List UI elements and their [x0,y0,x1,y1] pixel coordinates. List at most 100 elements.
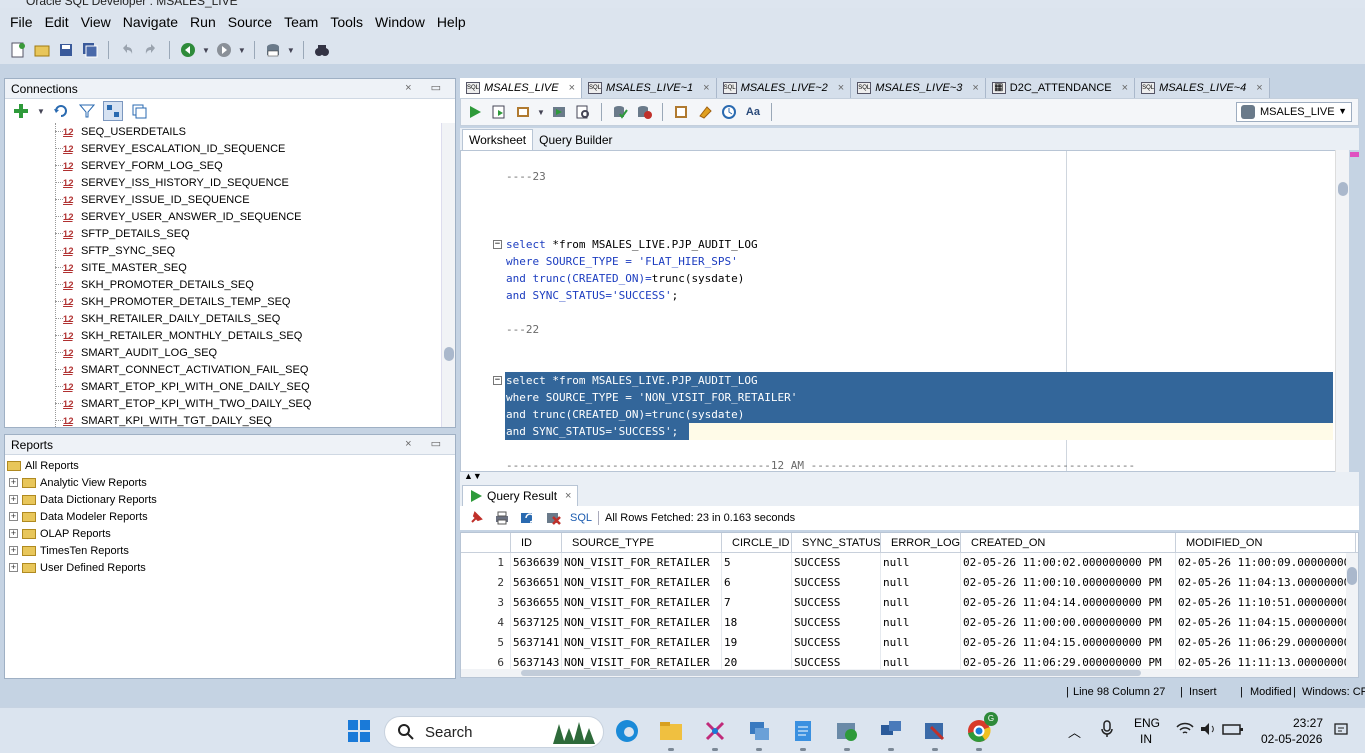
binoculars-icon[interactable] [312,40,332,60]
sql-editor[interactable]: ----23 − select *from MSALES_LIVE.PJP_AU… [460,150,1349,472]
table-cell[interactable]: 02-05-26 11:00:00.000000000 PM [961,613,1176,633]
unshared-worksheet-icon[interactable] [129,101,149,121]
chrome-icon[interactable]: G [966,712,998,744]
notification-icon[interactable] [1334,722,1350,741]
expand-icon[interactable]: + [9,546,18,555]
column-header[interactable]: CIRCLE_ID [722,533,792,553]
format-case-icon[interactable]: Aa [743,102,763,122]
table-cell[interactable]: 02-05-26 11:04:15.000000000 [1176,613,1356,633]
result-grid[interactable]: ID SOURCE_TYPE CIRCLE_ID SYNC_STATUS ERROR_L… [460,532,1359,678]
table-cell[interactable]: 02-05-26 11:10:51.000000000 [1176,593,1356,613]
media-player-icon[interactable] [834,718,860,744]
grid-horizontal-scrollbar[interactable] [461,669,1348,677]
network-app-icon[interactable] [878,718,904,744]
tab-query-result[interactable]: Query Result × [462,485,579,506]
tree-item-sequence[interactable]: 1.2 SERVEY_USER_ANSWER_ID_SEQUENCE [5,208,443,225]
table-row[interactable]: 2 5636651 NON_VISIT_FOR_RETAILER 6 SUCCESS nu… [461,573,1358,593]
tree-item-sequence[interactable]: 1.2 SERVEY_FORM_LOG_SEQ [5,157,443,174]
wifi-icon[interactable] [1176,722,1194,739]
table-cell[interactable]: SUCCESS [792,613,881,633]
menu-edit[interactable]: Edit [39,14,75,30]
tree-item-sequence[interactable]: 1.2 SMART_ETOP_KPI_WITH_TWO_DAILY_SEQ [5,395,443,412]
panel-splitter[interactable]: ▲▼ [460,472,1359,482]
autotrace-icon[interactable] [513,102,533,122]
add-connection-icon[interactable] [11,101,31,121]
file-explorer-icon[interactable] [658,718,684,744]
cancel-query-icon[interactable] [544,508,564,528]
taskbar-search[interactable]: Search [384,716,604,748]
sql-history-icon[interactable] [719,102,739,122]
table-cell[interactable]: 02-05-26 11:04:13.000000000 [1176,573,1356,593]
table-cell[interactable]: SUCCESS [792,553,881,573]
table-cell[interactable]: 5637125 [511,613,562,633]
undo-icon[interactable] [117,40,137,60]
column-header[interactable]: SYNC_STATUS [792,533,881,553]
table-cell[interactable]: SUCCESS [792,633,881,653]
column-header[interactable]: CREATED_ON [961,533,1176,553]
connections-scrollbar[interactable] [441,123,455,427]
table-cell[interactable]: SUCCESS [792,593,881,613]
table-cell[interactable]: 6 [722,573,792,593]
editor-tab[interactable]: SQL MSALES_LIVE~1 × [582,78,717,98]
expand-icon[interactable]: + [9,529,18,538]
menu-view[interactable]: View [75,14,117,30]
table-cell[interactable]: null [881,573,961,593]
table-cell[interactable]: null [881,593,961,613]
grid-vertical-scrollbar[interactable] [1346,553,1358,677]
menu-team[interactable]: Team [278,14,324,30]
unshared-sql-icon[interactable] [671,102,691,122]
run-script-icon[interactable] [489,102,509,122]
tree-item-sequence[interactable]: 1.2 SKH_PROMOTER_DETAILS_SEQ [5,276,443,293]
table-cell[interactable]: 5636651 [511,573,562,593]
menu-navigate[interactable]: Navigate [117,14,184,30]
menu-file[interactable]: File [4,14,39,30]
pin-icon[interactable] [466,508,486,528]
clear-eraser-icon[interactable] [695,102,715,122]
tree-item-sequence[interactable]: 1.2 SKH_PROMOTER_DETAILS_TEMP_SEQ [5,293,443,310]
edge-browser-icon[interactable] [614,718,640,744]
tab-worksheet[interactable]: Worksheet [462,129,534,150]
forward-icon[interactable] [214,40,234,60]
table-cell[interactable]: 02-05-26 11:04:14.000000000 PM [961,593,1176,613]
tree-item-sequence[interactable]: 1.2 SMART_CONNECT_ACTIVATION_FAIL_SEQ [5,361,443,378]
battery-icon[interactable] [1222,722,1244,739]
menu-window[interactable]: Window [369,14,431,30]
table-cell[interactable]: 18 [722,613,792,633]
table-cell[interactable]: NON_VISIT_FOR_RETAILER [562,593,722,613]
language-indicator-top[interactable]: ENG [1134,716,1160,730]
filter-icon[interactable] [77,101,97,121]
tree-item-report-folder[interactable]: + Data Modeler Reports [5,508,455,525]
expand-icon[interactable]: + [9,512,18,521]
expand-icon[interactable]: + [9,478,18,487]
column-header[interactable]: SOURCE_TYPE [562,533,722,553]
fold-toggle[interactable]: − [493,240,502,249]
table-cell[interactable]: 5637141 [511,633,562,653]
tree-item-report-folder[interactable]: + Analytic View Reports [5,474,455,491]
menu-run[interactable]: Run [184,14,222,30]
close-icon[interactable]: × [703,82,709,94]
connection-select[interactable]: MSALES_LIVE ▼ [1236,102,1352,122]
tree-item-sequence[interactable]: 1.2 SEQ_USERDETAILS [5,123,443,140]
close-icon[interactable]: × [569,82,575,94]
table-cell[interactable]: 02-05-26 11:00:09.000000000 [1176,553,1356,573]
close-icon[interactable]: × [1122,82,1128,94]
tree-item-sequence[interactable]: 1.2 SKH_RETAILER_MONTHLY_DETAILS_SEQ [5,327,443,344]
tree-item-sequence[interactable]: 1.2 SERVEY_ESCALATION_ID_SEQUENCE [5,140,443,157]
table-cell[interactable]: 02-05-26 11:04:15.000000000 PM [961,633,1176,653]
tree-item-sequence[interactable]: 1.2 SKH_RETAILER_DAILY_DETAILS_SEQ [5,310,443,327]
refresh-icon[interactable] [518,508,538,528]
close-icon[interactable]: × [972,82,978,94]
expand-icon[interactable]: + [9,563,18,572]
table-cell[interactable]: 7 [722,593,792,613]
explain-plan-icon[interactable] [549,102,569,122]
remote-desktop-icon[interactable] [746,718,772,744]
column-header[interactable]: ID [511,533,562,553]
schema-browser-icon[interactable] [102,101,123,121]
chevron-up-icon[interactable]: ︿ [1068,722,1081,741]
table-cell[interactable]: NON_VISIT_FOR_RETAILER [562,613,722,633]
tree-item-sequence[interactable]: 1.2 SITE_MASTER_SEQ [5,259,443,276]
tree-item-all-reports[interactable]: All Reports [5,457,455,474]
table-cell[interactable]: 02-05-26 11:00:10.000000000 PM [961,573,1176,593]
open-folder-icon[interactable] [32,40,52,60]
table-cell[interactable]: 5636655 [511,593,562,613]
